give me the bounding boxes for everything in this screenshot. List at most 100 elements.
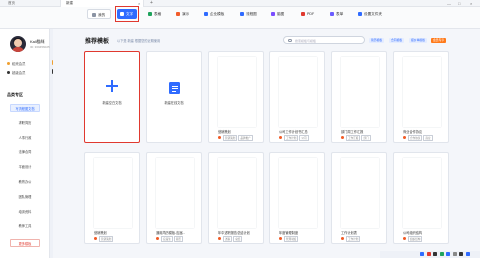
toolbar-item-icon <box>204 11 208 16</box>
template-title-text: 工作计划表 <box>341 231 357 235</box>
new-online-doc-card[interactable]: 新建在线文档 <box>146 51 202 143</box>
page-title: 推荐模板 <box>85 39 110 45</box>
template-card[interactable]: 营销策划 营销策划 <box>84 152 140 244</box>
template-tag: 商业 <box>423 135 433 141</box>
template-meta: 组织结构 <box>403 236 423 242</box>
template-title: 年中述职报告总结计划 <box>218 230 250 235</box>
toolbar-item-1[interactable]: 演示 <box>176 9 189 19</box>
member-a-icon <box>7 62 10 65</box>
sidebar-item-5[interactable]: 教育办公 <box>10 178 40 186</box>
template-meta: 管理制度 <box>279 236 299 242</box>
search-input[interactable]: 搜索模板与模板 <box>283 36 365 44</box>
toolbar-item-icon <box>330 11 334 16</box>
template-meta: 工作汇报 部门 <box>341 135 371 141</box>
new-tab-icon[interactable]: + <box>150 0 153 7</box>
template-title-text: 商业合作协议 <box>403 130 423 134</box>
tag-1[interactable]: 合同模板 <box>389 38 405 43</box>
template-title-text: 年度管理制度 <box>279 231 299 235</box>
sidebar-item-8[interactable]: 教师工具 <box>10 222 40 230</box>
template-title-text: 年中述职报告总结计划 <box>218 231 250 235</box>
template-tag: 管理制度 <box>284 236 299 242</box>
template-tag: 工作计划 <box>284 135 299 141</box>
search-icon <box>288 38 292 43</box>
toolbar-item-label: 表单 <box>336 12 344 16</box>
template-card[interactable]: 营销策划 营销策划 品牌推广 <box>208 51 264 143</box>
template-thumbnail <box>218 57 256 127</box>
template-tag: 品牌推广 <box>238 135 253 141</box>
template-title-text: 公司工作计划书汇总 <box>279 130 308 134</box>
toolbar-item-2[interactable]: 企业模板 <box>204 9 224 19</box>
sidebar-item-3[interactable]: 法律合同 <box>10 148 40 156</box>
template-thumbnail <box>341 158 379 228</box>
avatar[interactable] <box>10 36 26 52</box>
sidebar-item-7[interactable]: 培训资料 <box>10 208 40 216</box>
template-card[interactable]: 通用简历模板-应届... 应届生 简历 <box>146 152 202 244</box>
template-tag: 应届生 <box>161 236 173 242</box>
sidebar-item-6[interactable]: 团队管理 <box>10 193 40 201</box>
maximize-icon[interactable]: □ <box>458 0 460 7</box>
template-meta: 合作协议 商业 <box>403 135 433 141</box>
minimize-icon[interactable]: — <box>447 0 451 7</box>
template-card[interactable]: 公司组织结构 组织结构 <box>393 152 449 244</box>
toolbar-item-7[interactable]: 设置文件夹 <box>358 9 382 19</box>
sidebar-item-4[interactable]: 平面设计 <box>10 163 40 171</box>
template-title: 部门周工作汇报 <box>341 129 363 134</box>
close-window-icon[interactable]: × <box>470 0 472 7</box>
toolbar-item-3[interactable]: 流程图 <box>240 9 257 19</box>
template-card[interactable]: 部门周工作汇报 工作汇报 部门 <box>331 51 387 143</box>
template-thumbnail <box>341 57 379 127</box>
status-icon[interactable] <box>465 252 470 256</box>
mine-button[interactable]: 我的 <box>87 9 111 19</box>
toolbar-item-icon <box>240 11 244 16</box>
toolbar-item-0[interactable]: 表格 <box>148 9 161 19</box>
template-meta: 述职 总结 <box>218 236 243 242</box>
template-meta: 工作计划 公司 <box>279 135 309 141</box>
template-thumbnail <box>94 158 132 228</box>
template-card[interactable]: 工作计划表 工作计划 <box>331 152 387 244</box>
more-templates-button[interactable]: 更多模板 <box>10 239 40 247</box>
status-icon[interactable] <box>420 252 424 256</box>
tag-3[interactable]: 会员专享 <box>431 38 447 43</box>
new-blank-doc-label: 新建空白文档 <box>102 101 122 105</box>
template-tag: 述职 <box>223 236 233 242</box>
toolbar-item-label: 表格 <box>154 12 162 16</box>
member-b: 超级会员 <box>7 70 26 75</box>
template-meta: 营销策划 <box>94 236 114 242</box>
member-b-icon <box>7 71 10 74</box>
status-icon[interactable] <box>459 252 463 256</box>
tag-2[interactable]: 报价单模板 <box>409 38 427 43</box>
sidebar-item-2[interactable]: 人事行政 <box>10 134 40 142</box>
toolbar-item-5[interactable]: PDF <box>301 9 314 19</box>
toolbar-item-label: PDF <box>307 12 315 16</box>
template-tag: 部门 <box>361 135 371 141</box>
tag-0[interactable]: 简历模板 <box>369 38 385 43</box>
status-icon[interactable] <box>433 252 437 256</box>
toolbar-item-6[interactable]: 表单 <box>330 9 343 19</box>
status-icon[interactable] <box>452 252 457 256</box>
sidebar-item-0[interactable]: 写流程图文档 <box>10 104 40 112</box>
category-title: 品类专区 <box>7 92 23 97</box>
new-blank-doc-card[interactable]: 新建空白文档 <box>84 51 140 143</box>
toolbar-item-label: 设置文件夹 <box>364 12 382 16</box>
template-card[interactable]: 年度管理制度 管理制度 <box>269 152 325 244</box>
template-card[interactable]: 公司工作计划书汇总 工作计划 公司 <box>269 51 325 143</box>
toolbar-item-4[interactable]: 脑图 <box>271 9 284 19</box>
status-icon[interactable] <box>426 252 431 256</box>
template-meta: 工作计划 <box>341 236 361 242</box>
status-icon[interactable] <box>439 252 444 256</box>
template-title: 商业合作协议 <box>403 129 422 134</box>
tab-home[interactable]: 首页 <box>3 0 22 7</box>
wps-icon <box>218 136 221 140</box>
template-card[interactable]: 年中述职报告总结计划 述职 总结 <box>208 152 264 244</box>
template-title: 公司组织结构 <box>403 230 422 235</box>
sidebar-item-1[interactable]: 求职简历 <box>10 119 40 127</box>
status-icon[interactable] <box>446 252 450 256</box>
template-title: 公司工作计划书汇总 <box>279 129 308 134</box>
template-tag: 营销策划 <box>99 236 114 242</box>
template-card[interactable]: 商业合作协议 合作协议 商业 <box>393 51 449 143</box>
toolbar-item-label: 脑图 <box>277 12 285 16</box>
toolbar-item-icon <box>176 11 180 16</box>
wps-icon <box>279 237 282 241</box>
wps-icon <box>218 237 221 241</box>
template-title: 营销策划 <box>94 230 107 235</box>
